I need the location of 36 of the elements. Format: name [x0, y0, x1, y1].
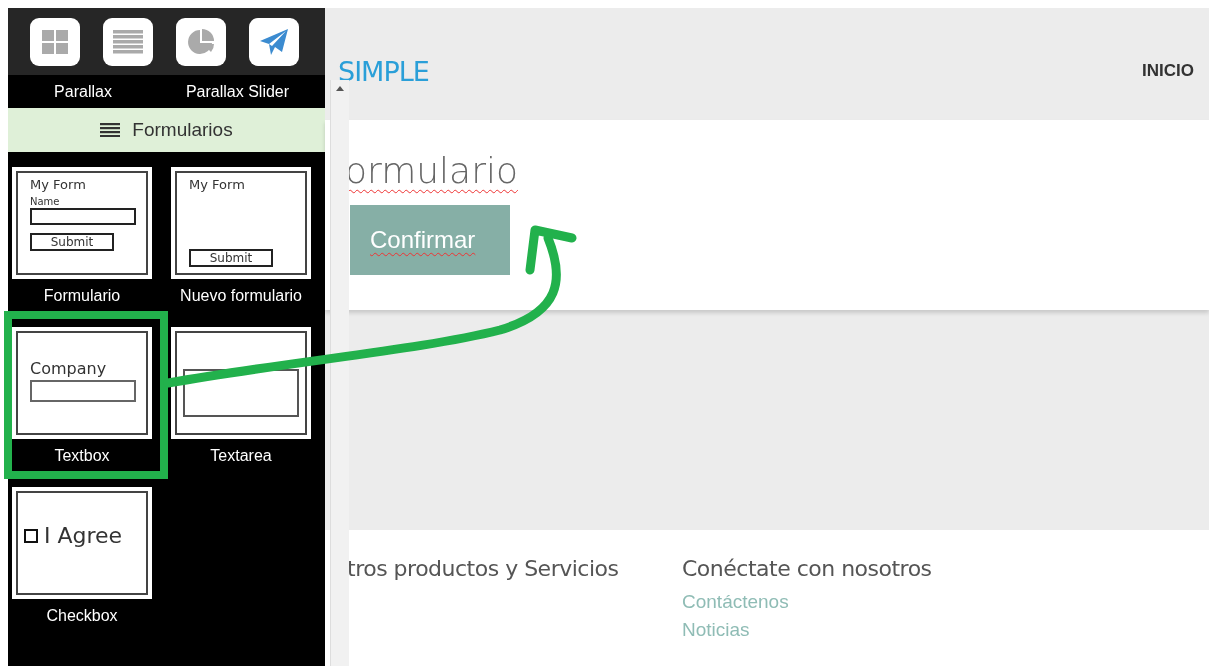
widget-label[interactable]: Checkbox — [12, 607, 152, 625]
toolbar-button[interactable] — [30, 17, 80, 66]
widget-label[interactable]: Parallax Slider — [158, 82, 317, 101]
footer-heading: tros productos y Servicios — [347, 556, 620, 581]
scroll-up-icon[interactable] — [336, 86, 344, 91]
preview-field-label: Name — [30, 196, 61, 207]
widget-label[interactable]: Textarea — [171, 447, 311, 465]
section-header[interactable]: Formularios — [8, 108, 325, 152]
toolbar-button[interactable] — [103, 17, 153, 66]
scrollbar[interactable] — [330, 80, 349, 666]
list-icon — [113, 29, 143, 54]
menu-icon — [100, 123, 121, 137]
footer-heading: Conéctate con nosotros — [682, 556, 932, 581]
widget-thumbnail[interactable] — [171, 327, 311, 439]
grid-icon — [42, 29, 68, 54]
preview-field-label: Company — [30, 359, 108, 378]
widget-label[interactable]: Parallax — [8, 82, 158, 101]
form-heading: ormulario — [345, 150, 519, 191]
section-title: Formularios — [132, 119, 233, 141]
preview-field-label: I Agree — [44, 523, 123, 548]
pie-chart-icon — [187, 27, 215, 56]
preview-title: My Form — [30, 177, 87, 192]
preview-title: My Form — [189, 177, 246, 192]
widget-thumbnail[interactable]: My Form Submit — [171, 167, 311, 279]
widget-thumbnail[interactable]: I Agree — [12, 487, 152, 599]
widget-label[interactable]: Formulario — [12, 287, 152, 305]
toolbar-button[interactable] — [176, 17, 226, 66]
preview-submit: Submit — [189, 249, 273, 267]
widget-label[interactable]: Textbox — [12, 447, 152, 465]
widget-thumbnail[interactable]: Company — [12, 327, 152, 439]
preview-submit: Submit — [30, 233, 114, 251]
widget-thumbnail[interactable]: My Form Name Submit — [12, 167, 152, 279]
nav-link[interactable]: INICIO — [1142, 61, 1194, 81]
toolbar-button[interactable] — [249, 17, 299, 66]
paper-plane-icon — [259, 27, 289, 56]
widget-label[interactable]: Nuevo formulario — [171, 287, 311, 305]
